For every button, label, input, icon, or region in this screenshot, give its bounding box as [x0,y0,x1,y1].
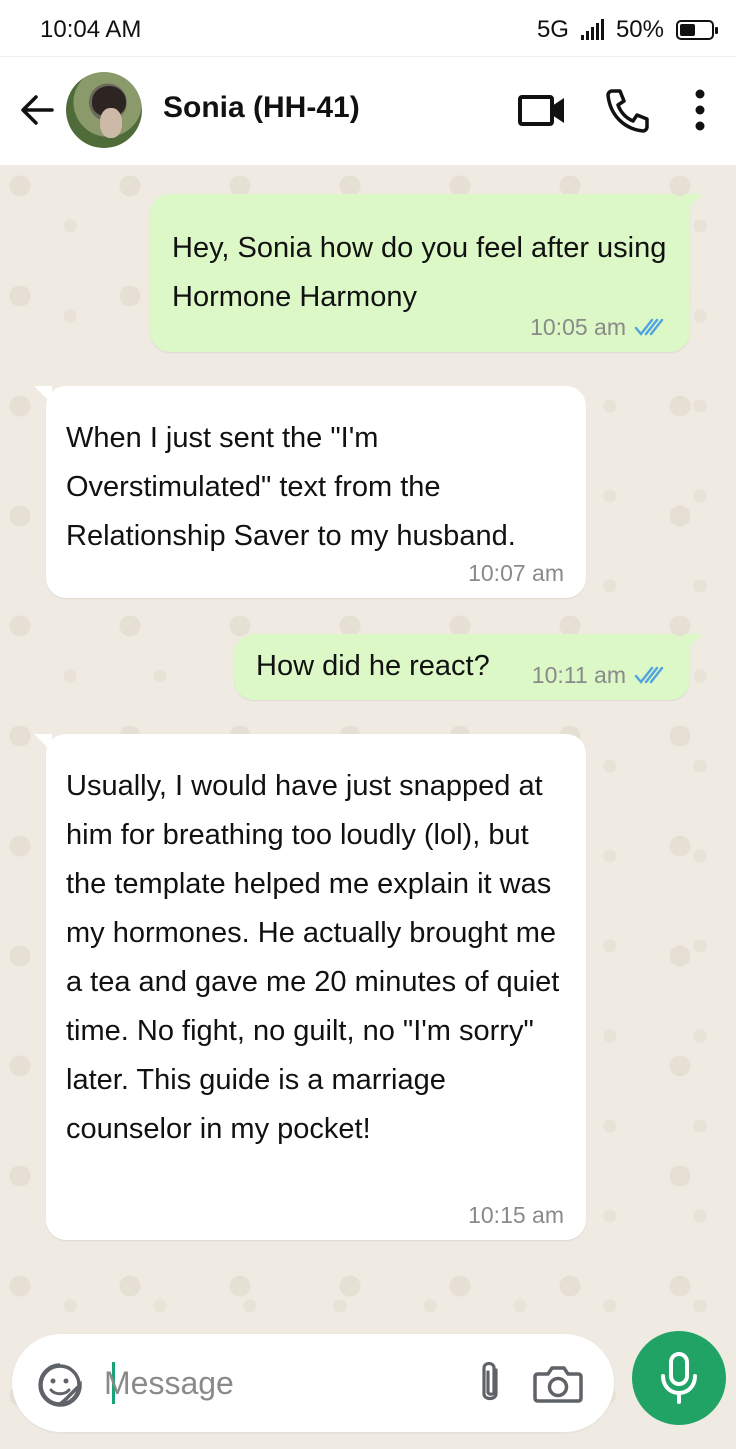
mic-icon [661,1352,697,1404]
message-incoming[interactable]: When I just sent the "I'm Overstimulated… [34,386,586,598]
chat-area[interactable]: Hey, Sonia how do you feel after using H… [0,166,736,1449]
message-text: When I just sent the "I'm Overstimulated… [66,422,516,552]
double-check-icon [634,666,664,684]
back-arrow-icon[interactable] [16,89,58,131]
double-check-icon [634,318,664,336]
message-time: 10:15 am [468,1202,564,1228]
network-type: 5G [536,16,569,43]
signal-icon [580,19,604,40]
status-indicators: 5G 50% [536,16,718,44]
message-outgoing[interactable]: How did he react? 10:11 am [234,634,702,700]
attach-icon[interactable] [474,1358,506,1408]
message-time: 10:05 am [530,314,626,340]
message-input[interactable] [102,1354,446,1412]
message-text: Hey, Sonia how do you feel after using H… [172,232,667,313]
more-vert-icon[interactable] [688,85,712,135]
message-time: 10:11 am [531,662,626,688]
video-call-icon[interactable] [516,85,568,135]
message-composer [12,1334,614,1432]
status-time: 10:04 AM [40,16,142,43]
battery-percent: 50% [615,16,664,43]
message-text: Usually, I would have just snapped at hi… [66,770,560,1145]
message-time: 10:07 am [468,560,564,586]
contact-name[interactable]: Sonia (HH-41) [163,91,360,125]
message-outgoing[interactable]: Hey, Sonia how do you feel after using H… [150,194,702,352]
phone-icon[interactable] [602,85,650,135]
mic-button[interactable] [632,1331,726,1425]
avatar[interactable] [66,72,142,148]
chat-header: Sonia (HH-41) [0,57,736,165]
message-incoming[interactable]: Usually, I would have just snapped at hi… [34,734,586,1240]
battery-icon [676,20,718,40]
camera-icon[interactable] [532,1362,584,1406]
emoji-sticker-icon[interactable] [36,1361,84,1409]
status-bar: 10:04 AM 5G 50% [0,0,736,57]
